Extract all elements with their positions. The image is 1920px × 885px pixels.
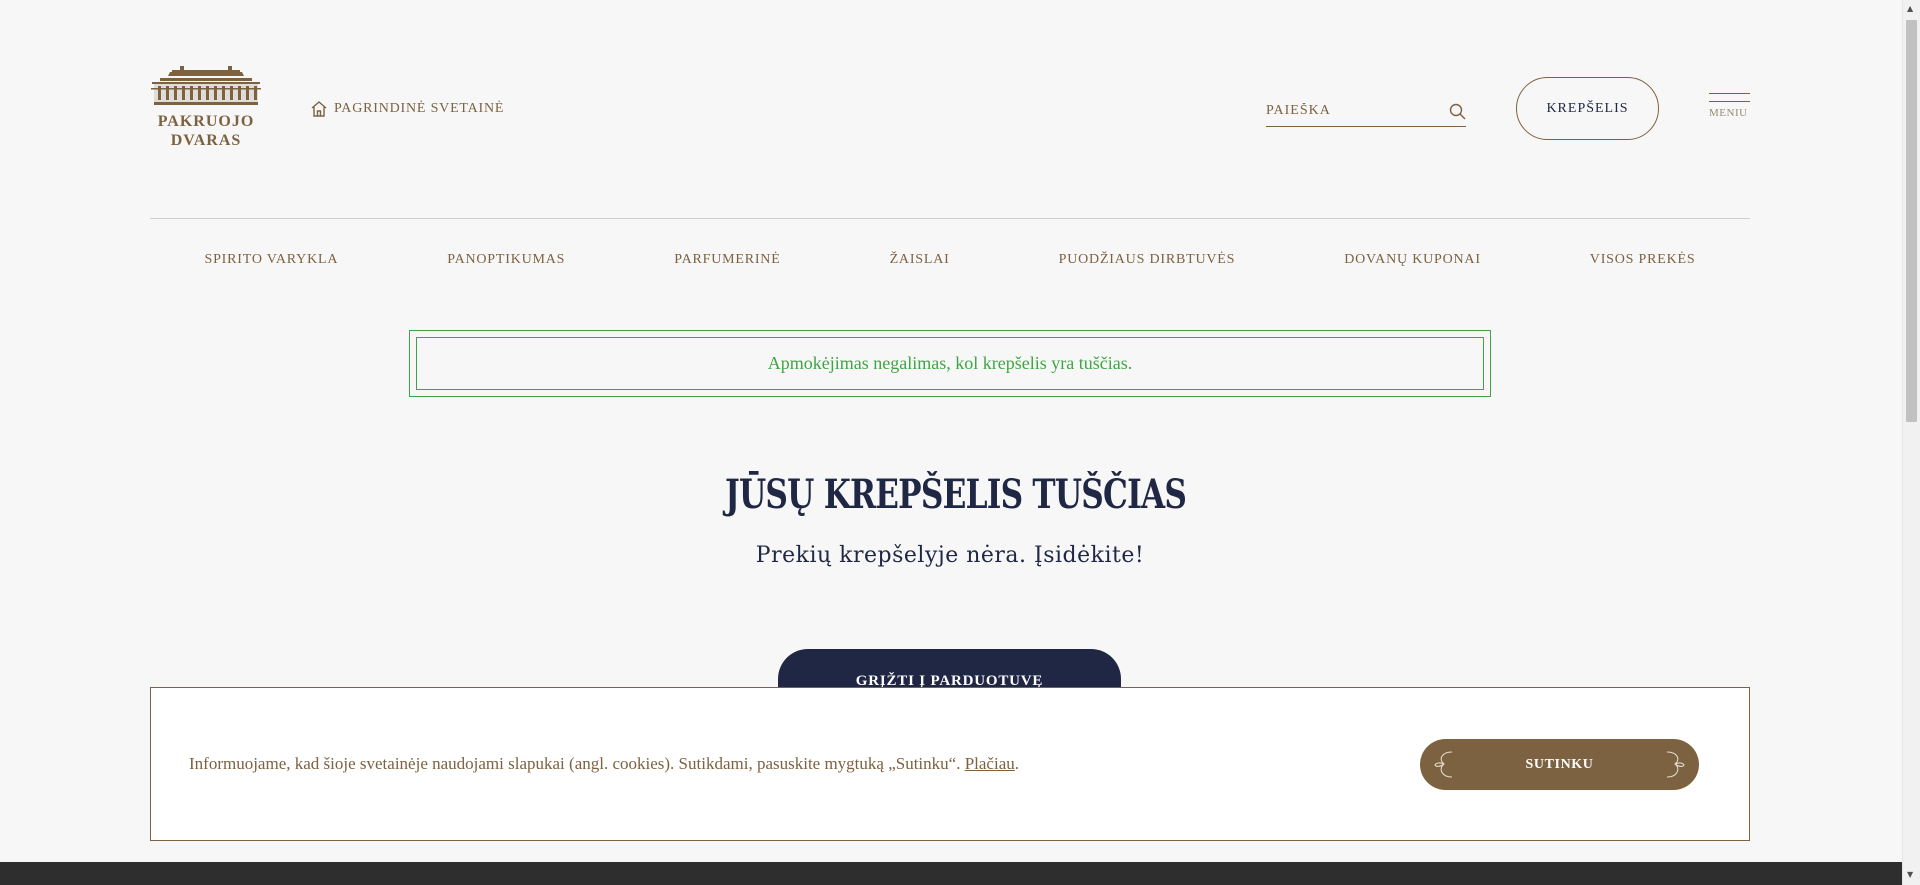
cookie-period: .	[1014, 754, 1019, 773]
search-icon[interactable]	[1449, 103, 1466, 120]
empty-cart-title: JŪSŲ KREPŠELIS TUŠČIAS	[725, 470, 1187, 518]
scroll-down-arrow-icon[interactable]: ▼	[1907, 870, 1913, 879]
menu-label: MENIU	[1709, 107, 1748, 119]
cookie-banner: Informuojame, kad šioje svetainėje naudo…	[150, 687, 1750, 841]
cookie-more-link[interactable]: Plačiau	[965, 754, 1015, 773]
logo-text-line1: PAKRUOJO	[157, 113, 255, 130]
nav-item-visos-prekes[interactable]: VISOS PREKĖS	[1590, 248, 1696, 272]
search-box	[1266, 96, 1466, 127]
site-header: PAKRUOJO DVARAS PAGRINDINĖ SVETAINĖ KREP…	[150, 60, 1750, 160]
checkout-notice-message: Apmokėjimas negalimas, kol krepšelis yra…	[416, 337, 1484, 390]
cart-button[interactable]: KREPŠELIS	[1516, 77, 1659, 140]
scrollbar-thumb[interactable]	[1906, 20, 1917, 422]
manor-house-logo-icon	[151, 66, 261, 105]
nav-item-zaislai[interactable]: ŽAISLAI	[890, 248, 950, 272]
empty-cart-heading: JŪSŲ KREPŠELIS TUŠČIAS	[660, 462, 1238, 526]
search-input[interactable]	[1266, 103, 1426, 119]
cookie-message: Informuojame, kad šioje svetainėje naudo…	[189, 754, 961, 773]
hamburger-icon	[1709, 93, 1750, 102]
menu-button[interactable]: MENIU	[1709, 93, 1750, 119]
cookie-accept-button[interactable]: SUTINKU	[1420, 739, 1699, 790]
empty-cart-subtitle: Prekių krepšelyje nėra. Įsidėkite!	[755, 543, 1145, 568]
nav-item-dovanu-kuponai[interactable]: DOVANŲ KUPONAI	[1344, 248, 1481, 272]
cookie-accept-label: SUTINKU	[1525, 756, 1594, 772]
home-icon	[311, 101, 327, 117]
cookie-text: Informuojame, kad šioje svetainėje naudo…	[189, 754, 1019, 774]
nav-item-panoptikumas[interactable]: PANOPTIKUMAS	[447, 248, 565, 272]
nav-item-spirito-varykla[interactable]: SPIRITO VARYKLA	[205, 248, 339, 272]
header-divider	[150, 218, 1750, 219]
scroll-up-arrow-icon[interactable]: ▲	[1907, 4, 1913, 13]
page-scrollbar[interactable]: ▲ ▼	[1902, 0, 1920, 885]
main-site-link[interactable]: PAGRINDINĖ SVETAINĖ	[310, 100, 504, 118]
checkout-notice: Apmokėjimas negalimas, kol krepšelis yra…	[409, 330, 1491, 397]
category-nav: SPIRITO VARYKLA PANOPTIKUMAS PARFUMERINĖ…	[150, 248, 1750, 272]
logo-text-line2: DVARAS	[170, 132, 242, 149]
nav-item-puodziaus-dirbtuves[interactable]: PUODŽIAUS DIRBTUVĖS	[1059, 248, 1236, 272]
footer	[0, 862, 1902, 885]
logo[interactable]: PAKRUOJO DVARAS	[150, 64, 262, 150]
nav-item-parfumerine[interactable]: PARFUMERINĖ	[674, 248, 780, 272]
ornament-right-icon	[1666, 751, 1685, 778]
main-site-link-label: PAGRINDINĖ SVETAINĖ	[334, 101, 505, 116]
ornament-left-icon	[1434, 751, 1453, 778]
